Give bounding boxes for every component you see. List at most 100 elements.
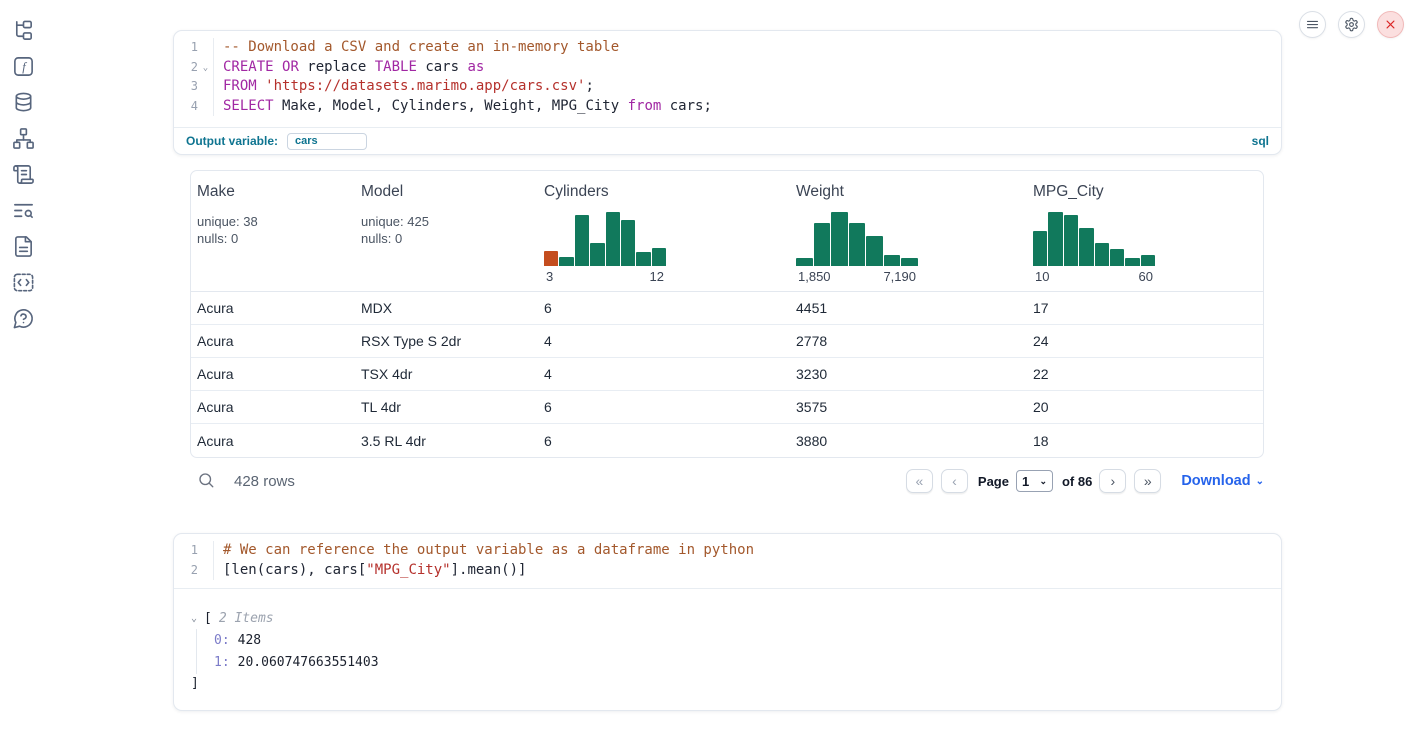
python-code-editor[interactable]: 1# We can reference the output variable …	[174, 534, 1281, 589]
output-variable-label: Output variable:	[186, 134, 278, 148]
code-token: replace	[299, 59, 375, 75]
table-row[interactable]: AcuraRSX Type S 2dr4277824	[191, 325, 1263, 358]
page-label: Page	[978, 474, 1009, 489]
fold-chevron-icon: ⌄	[198, 58, 213, 78]
sql-code-editor[interactable]: 1 -- Download a CSV and create an in-memo…	[174, 31, 1281, 116]
search-icon[interactable]	[197, 471, 217, 491]
output-variable-input[interactable]	[287, 133, 367, 150]
histogram-bar	[636, 252, 650, 266]
column-header-model[interactable]: Model unique: 425nulls: 0	[355, 171, 538, 291]
table-row[interactable]: AcuraTSX 4dr4323022	[191, 358, 1263, 391]
gutter: 2⌄	[174, 58, 214, 78]
max-tick-label: 60	[1139, 269, 1153, 284]
scratchpad-icon[interactable]	[12, 163, 35, 186]
code-text: SELECT Make, Model, Cylinders, Weight, M…	[214, 97, 712, 117]
table-cell: Acura	[191, 333, 355, 349]
table-cell: 6	[538, 433, 790, 449]
chevron-right-icon: ›	[1110, 473, 1115, 489]
open-bracket: [	[204, 611, 212, 626]
gear-icon	[1344, 17, 1359, 32]
column-stats: unique: 425nulls: 0	[361, 213, 532, 247]
column-header-make[interactable]: Make unique: 38nulls: 0	[191, 171, 355, 291]
help-chat-icon[interactable]	[12, 307, 35, 330]
shutdown-button[interactable]	[1377, 11, 1404, 38]
table-footer: 428 rows « ‹ Page 1 ⌄ of 86 › » Download…	[190, 464, 1264, 498]
table-cell: 24	[1027, 333, 1263, 349]
histogram-bar	[1110, 249, 1124, 266]
collapse-chevron-icon[interactable]: ⌄	[191, 613, 204, 624]
line-number: 1	[174, 38, 198, 58]
file-tree-icon[interactable]	[12, 19, 35, 42]
settings-button[interactable]	[1338, 11, 1365, 38]
column-name: Cylinders	[544, 183, 784, 201]
python-output-tree: ⌄ [ 2 Items 0:4281:20.060747663551403 ]	[174, 589, 1281, 694]
page-select[interactable]: 1 ⌄	[1016, 470, 1053, 492]
code-text: CREATE OR replace TABLE cars as	[214, 58, 484, 78]
row-count: 428 rows	[234, 473, 295, 490]
code-line: 2⌄CREATE OR replace TABLE cars as	[174, 58, 1281, 78]
line-number: 2	[174, 561, 198, 581]
sidebar: f	[0, 0, 46, 729]
line-number: 2	[174, 58, 198, 78]
fold-spacer	[198, 77, 213, 97]
table-cell: RSX Type S 2dr	[355, 333, 538, 349]
fold-spacer	[198, 561, 213, 581]
first-page-button[interactable]: «	[906, 469, 933, 493]
tree-entry-value: 20.060747663551403	[238, 655, 379, 670]
column-name: Model	[361, 183, 532, 201]
function-variables-icon[interactable]: f	[12, 55, 35, 78]
column-stats: unique: 38nulls: 0	[197, 213, 349, 247]
prev-page-button[interactable]: ‹	[941, 469, 968, 493]
code-token: OR	[282, 59, 299, 75]
table-row[interactable]: Acura3.5 RL 4dr6388018	[191, 424, 1263, 457]
menu-button[interactable]	[1299, 11, 1326, 38]
last-page-button[interactable]: »	[1134, 469, 1161, 493]
code-token: ;	[585, 78, 593, 94]
table-cell: 3230	[790, 366, 1027, 382]
table-row[interactable]: AcuraTL 4dr6357520	[191, 391, 1263, 424]
download-button[interactable]: Download ⌄	[1181, 473, 1264, 489]
histogram-bar	[575, 215, 589, 266]
column-header-mpg_city[interactable]: MPG_City1060	[1027, 171, 1263, 291]
gutter: 1	[174, 38, 214, 58]
dependency-graph-icon[interactable]	[12, 127, 35, 150]
code-text: -- Download a CSV and create an in-memor…	[214, 38, 619, 58]
code-token: as	[467, 59, 484, 75]
table-cell: 4	[538, 333, 790, 349]
language-badge[interactable]: sql	[1252, 134, 1269, 148]
double-chevron-left-icon: «	[916, 473, 924, 489]
column-header-cylinders[interactable]: Cylinders312	[538, 171, 790, 291]
histogram-ticks: 1060	[1033, 266, 1155, 284]
histogram[interactable]	[1033, 212, 1155, 266]
tree-entry-index: 1:	[214, 655, 230, 670]
table-cell: 18	[1027, 433, 1263, 449]
code-token: [len(cars), cars[	[223, 562, 366, 578]
histogram-bar	[621, 220, 635, 266]
table-cell: 2778	[790, 333, 1027, 349]
max-tick-label: 7,190	[883, 269, 916, 284]
document-icon[interactable]	[12, 235, 35, 258]
tree-entry-value: 428	[238, 633, 261, 648]
gutter: 3	[174, 77, 214, 97]
column-header-weight[interactable]: Weight1,8507,190	[790, 171, 1027, 291]
next-page-button[interactable]: ›	[1099, 469, 1126, 493]
code-line: 4SELECT Make, Model, Cylinders, Weight, …	[174, 97, 1281, 117]
histogram[interactable]	[796, 212, 918, 266]
histogram-bar	[652, 248, 666, 266]
log-search-icon[interactable]	[12, 199, 35, 222]
code-text: FROM 'https://datasets.marimo.app/cars.c…	[214, 77, 594, 97]
code-line: 3FROM 'https://datasets.marimo.app/cars.…	[174, 77, 1281, 97]
histogram[interactable]	[544, 212, 666, 266]
table-cell: 17	[1027, 300, 1263, 316]
table-row[interactable]: AcuraMDX6445117	[191, 292, 1263, 325]
code-snippets-icon[interactable]	[12, 271, 35, 294]
table-cell: TL 4dr	[355, 399, 538, 415]
code-line: 1 -- Download a CSV and create an in-memo…	[174, 38, 1281, 58]
column-name: Make	[197, 183, 349, 201]
gutter: 2	[174, 561, 214, 581]
table-cell: 6	[538, 399, 790, 415]
fold-spacer	[198, 97, 213, 117]
database-icon[interactable]	[12, 91, 35, 114]
code-token: # We can reference the output variable a…	[223, 542, 754, 558]
code-token: ].mean()]	[451, 562, 527, 578]
